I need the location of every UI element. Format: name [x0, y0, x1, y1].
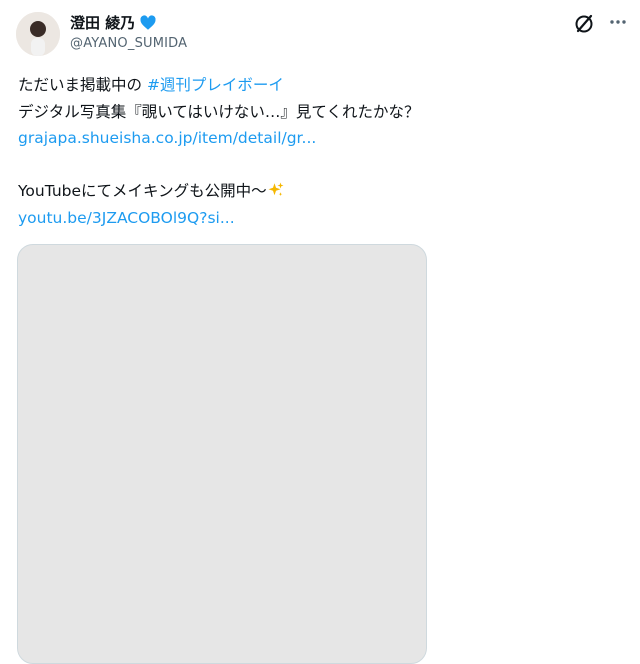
- post-line-3: grajapa.shueisha.co.jp/item/detail/gr...: [18, 125, 618, 152]
- author-handle[interactable]: @AYANO_SUMIDA: [70, 36, 187, 51]
- post-line-4-text: YouTubeにてメイキングも公開中〜: [18, 182, 267, 200]
- avatar[interactable]: [16, 12, 60, 56]
- post-line-1: ただいま掲載中の #週刊プレイボーイ: [18, 72, 618, 99]
- grok-icon[interactable]: [572, 12, 596, 36]
- post-line-4: YouTubeにてメイキングも公開中〜: [18, 178, 618, 205]
- hashtag-link[interactable]: #週刊プレイボーイ: [147, 76, 284, 94]
- youtube-link[interactable]: youtu.be/3JZACOBOl9Q?si...: [18, 209, 235, 227]
- grajapa-link[interactable]: grajapa.shueisha.co.jp/item/detail/gr...: [18, 129, 316, 147]
- post-media[interactable]: [17, 244, 427, 664]
- post-text: ただいま掲載中の #週刊プレイボーイ デジタル写真集『覗いてはいけない…』見てく…: [18, 72, 618, 231]
- verified-heart-icon: [139, 14, 157, 32]
- sparkles-icon: [267, 181, 285, 199]
- post-line-1-text: ただいま掲載中の: [18, 76, 147, 94]
- author-display-name[interactable]: 澄田 綾乃: [70, 12, 135, 33]
- post-line-2: デジタル写真集『覗いてはいけない…』見てくれたかな？: [18, 102, 420, 121]
- more-options-icon[interactable]: [606, 10, 630, 34]
- author-name-row: 澄田 綾乃: [70, 12, 157, 33]
- post-line-5: youtu.be/3JZACOBOl9Q?si...: [18, 205, 618, 232]
